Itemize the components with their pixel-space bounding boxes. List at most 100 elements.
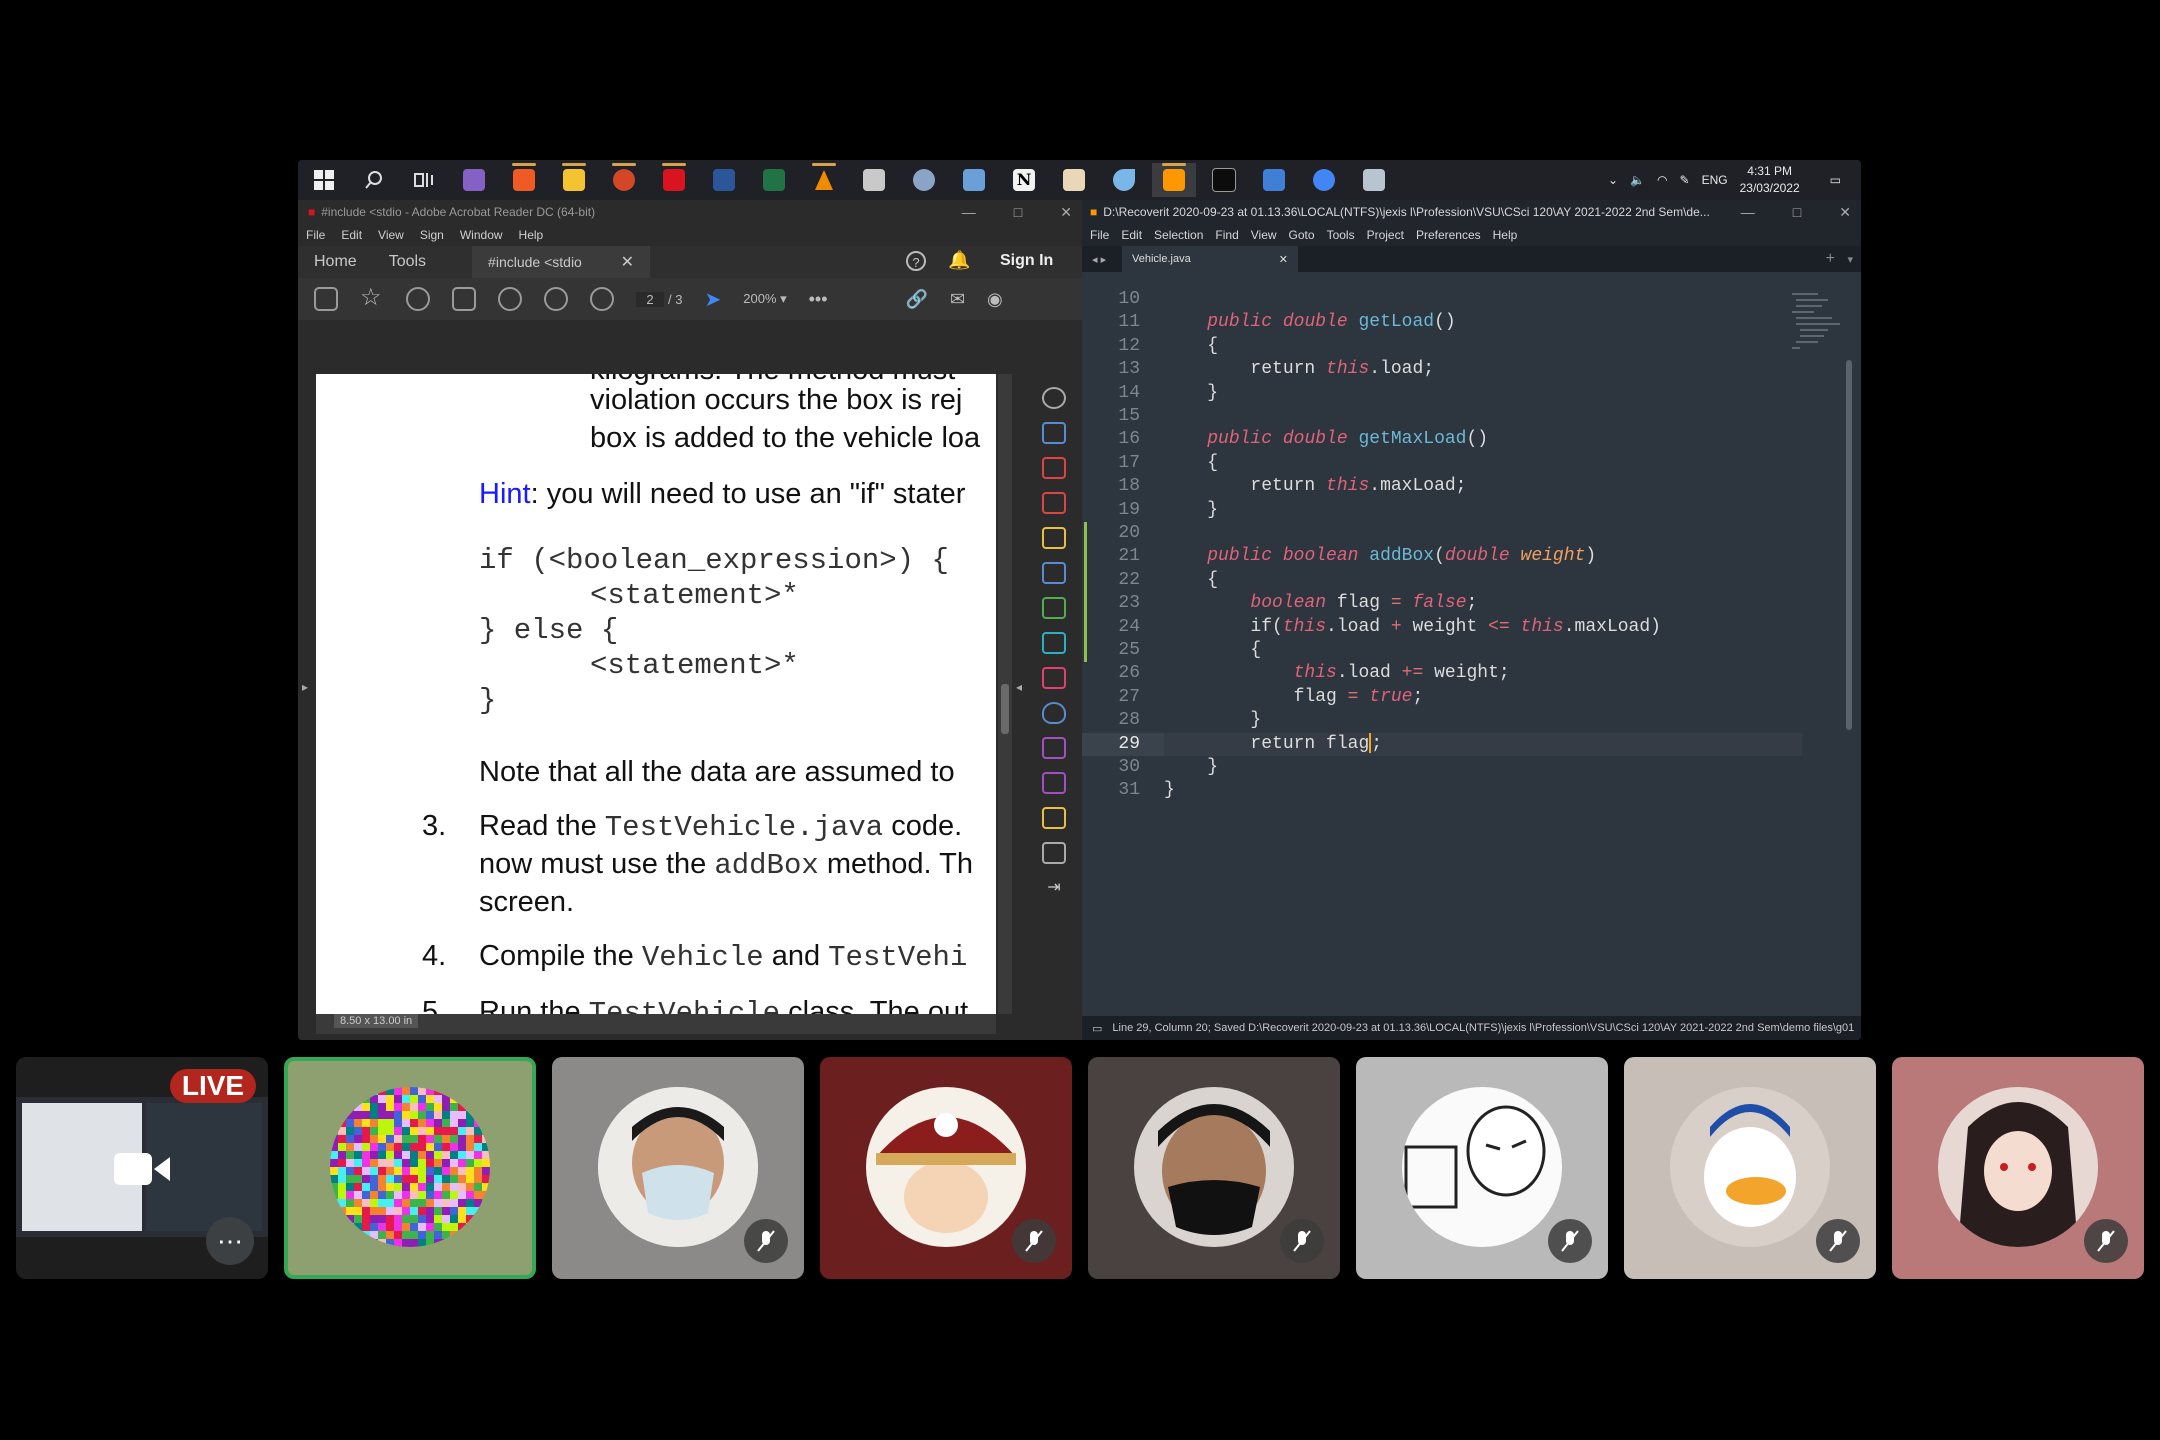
participant-tile-pixel[interactable]: [284, 1057, 536, 1279]
subl-menu-help[interactable]: Help: [1493, 228, 1518, 242]
subl-menu-view[interactable]: View: [1251, 228, 1277, 242]
chevron-up-icon[interactable]: ⌄: [1608, 173, 1618, 187]
menu-help[interactable]: Help: [519, 228, 544, 242]
tab-vehicle-java[interactable]: Vehicle.java ✕: [1122, 246, 1298, 272]
save-icon[interactable]: [314, 287, 338, 311]
editor-scrollbar[interactable]: [1846, 360, 1852, 730]
subl-menu-edit[interactable]: Edit: [1121, 228, 1142, 242]
task-view-icon[interactable]: [402, 163, 446, 197]
tab-document[interactable]: #include <stdio ✕: [472, 246, 651, 278]
file-explorer-icon[interactable]: [552, 163, 596, 197]
notification-icon[interactable]: ▭: [1830, 173, 1841, 187]
language-indicator[interactable]: ENG: [1702, 173, 1728, 187]
zoom-out-icon[interactable]: [498, 287, 522, 311]
subl-menu-file[interactable]: File: [1090, 228, 1109, 242]
participant-tile-anime[interactable]: [1892, 1057, 2144, 1279]
new-tab-icon[interactable]: +: [1826, 250, 1835, 268]
edit-pdf-icon[interactable]: [1042, 807, 1066, 829]
participant-tile-mask-black[interactable]: [1088, 1057, 1340, 1279]
calculator-icon[interactable]: [1352, 163, 1396, 197]
notion-icon[interactable]: N: [1002, 163, 1046, 197]
start-icon[interactable]: [306, 162, 342, 198]
sublime-icon[interactable]: [1152, 163, 1196, 197]
tab-menu-icon[interactable]: ▾: [1847, 253, 1853, 266]
search-icon[interactable]: [352, 163, 396, 197]
visual-studio-icon[interactable]: [452, 163, 496, 197]
search-tool-icon[interactable]: [1042, 387, 1066, 409]
photo-icon[interactable]: [1052, 163, 1096, 197]
page-up-icon[interactable]: [544, 287, 568, 311]
bell-icon[interactable]: 🔔: [948, 250, 970, 271]
close-icon[interactable]: ✕: [1060, 204, 1072, 221]
participant-tile-meme[interactable]: [1356, 1057, 1608, 1279]
more-tools-icon[interactable]: •••: [809, 289, 828, 310]
mail-icon[interactable]: ✉: [950, 289, 965, 310]
vlc-icon[interactable]: [802, 163, 846, 197]
app-icon[interactable]: [852, 163, 896, 197]
clock[interactable]: 4:31 PM 23/03/2022: [1740, 163, 1800, 197]
request-signature-icon[interactable]: [1042, 772, 1066, 794]
chrome-icon[interactable]: [1302, 163, 1346, 197]
acrobat-icon[interactable]: [652, 163, 696, 197]
brave-icon[interactable]: [502, 163, 546, 197]
app-icon-5[interactable]: [1252, 163, 1296, 197]
subl-menu-selection[interactable]: Selection: [1154, 228, 1203, 242]
compress-icon[interactable]: [1042, 597, 1066, 619]
pdf-scrollbar[interactable]: [998, 374, 1012, 1014]
word-icon[interactable]: [702, 163, 746, 197]
app-icon-2[interactable]: [902, 163, 946, 197]
subl-menu-find[interactable]: Find: [1215, 228, 1238, 242]
menu-sign[interactable]: Sign: [420, 228, 444, 242]
maximize-icon[interactable]: □: [1014, 204, 1022, 220]
page-number-field[interactable]: 2: [636, 291, 664, 307]
subl-menu-project[interactable]: Project: [1367, 228, 1404, 242]
subl-menu-goto[interactable]: Goto: [1289, 228, 1315, 242]
panel-toggle-icon[interactable]: ▭: [1092, 1022, 1102, 1035]
excel-icon[interactable]: [752, 163, 796, 197]
code-editor[interactable]: 10 11 public double getLoad() 12 { 13 re…: [1082, 288, 1822, 988]
zoom-field[interactable]: 200% ▾: [743, 291, 786, 307]
tab-home[interactable]: Home: [298, 246, 373, 278]
menu-edit[interactable]: Edit: [341, 228, 362, 242]
minimap[interactable]: [1788, 288, 1848, 358]
pen-icon[interactable]: ✎: [1680, 173, 1690, 187]
subl-menu-tools[interactable]: Tools: [1327, 228, 1355, 242]
close-tab-icon[interactable]: ✕: [1279, 253, 1288, 266]
left-panel-toggle-icon[interactable]: ▸: [302, 680, 308, 694]
select-cursor-icon[interactable]: ➤: [704, 287, 721, 312]
participant-tile-duck[interactable]: [1624, 1057, 1876, 1279]
sign-in-button[interactable]: Sign In: [1000, 252, 1053, 270]
fill-sign-icon[interactable]: [1042, 667, 1066, 689]
create-pdf-icon[interactable]: [1042, 422, 1066, 444]
scan-icon[interactable]: [1042, 632, 1066, 654]
minimize-icon[interactable]: —: [962, 204, 976, 220]
right-panel-toggle-icon[interactable]: ◂: [1016, 680, 1022, 694]
participant-tile-mask-white[interactable]: [552, 1057, 804, 1279]
star-icon[interactable]: ☆: [360, 286, 384, 311]
help-icon[interactable]: ?: [906, 251, 926, 271]
account-icon[interactable]: ◉: [987, 289, 1003, 310]
tab-tools[interactable]: Tools: [373, 246, 442, 278]
app-icon-3[interactable]: [952, 163, 996, 197]
presenter-tile[interactable]: LIVE ⋯: [16, 1057, 268, 1279]
sublime-close-icon[interactable]: ✕: [1839, 204, 1851, 221]
terminal-icon[interactable]: [1202, 163, 1246, 197]
close-tab-icon[interactable]: ✕: [621, 252, 634, 272]
sublime-maximize-icon[interactable]: □: [1793, 204, 1801, 220]
menu-file[interactable]: File: [306, 228, 325, 242]
wifi-icon[interactable]: ◠: [1657, 173, 1667, 187]
subl-menu-preferences[interactable]: Preferences: [1416, 228, 1481, 242]
powerpoint-icon[interactable]: [602, 163, 646, 197]
comment-icon[interactable]: [1042, 527, 1066, 549]
export-pdf-icon[interactable]: [1042, 492, 1066, 514]
collapse-pane-icon[interactable]: ⇥: [1042, 877, 1066, 899]
menu-view[interactable]: View: [378, 228, 404, 242]
sublime-minimize-icon[interactable]: —: [1741, 204, 1755, 220]
protect-icon[interactable]: [1042, 702, 1066, 724]
more-options-button[interactable]: ⋯: [206, 1217, 254, 1265]
app-icon-4[interactable]: [1102, 163, 1146, 197]
page-down-icon[interactable]: [590, 287, 614, 311]
volume-icon[interactable]: 🔈: [1630, 173, 1645, 187]
tab-nav-arrows-icon[interactable]: ◂ ▸: [1092, 253, 1106, 266]
share-icon[interactable]: [1042, 562, 1066, 584]
